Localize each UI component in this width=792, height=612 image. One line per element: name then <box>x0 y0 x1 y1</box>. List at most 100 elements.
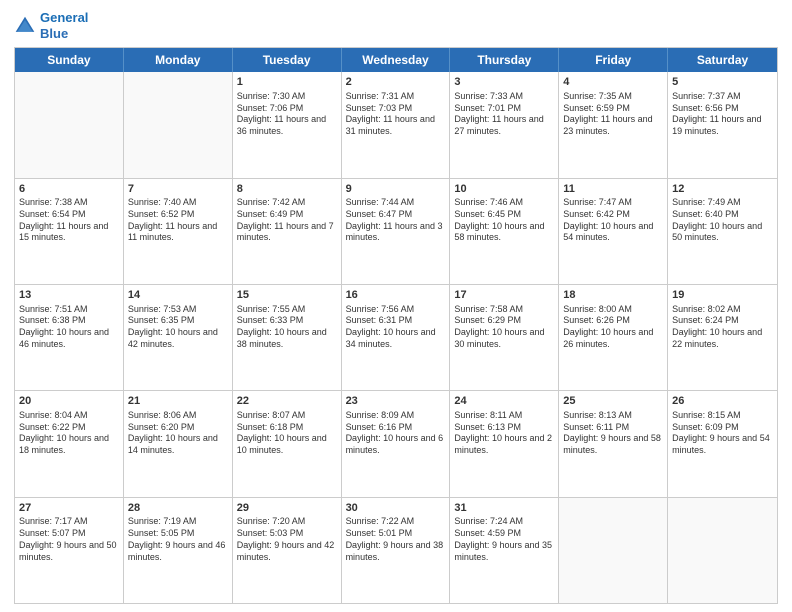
weekday-header-saturday: Saturday <box>668 48 777 72</box>
day-info: Sunrise: 7:46 AM Sunset: 6:45 PM Dayligh… <box>454 197 554 244</box>
calendar-header: SundayMondayTuesdayWednesdayThursdayFrid… <box>15 48 777 72</box>
day-number: 16 <box>346 288 446 303</box>
day-cell-17: 17Sunrise: 7:58 AM Sunset: 6:29 PM Dayli… <box>450 285 559 390</box>
day-number: 5 <box>672 75 773 90</box>
day-cell-10: 10Sunrise: 7:46 AM Sunset: 6:45 PM Dayli… <box>450 179 559 284</box>
day-number: 10 <box>454 182 554 197</box>
day-info: Sunrise: 8:09 AM Sunset: 6:16 PM Dayligh… <box>346 410 446 457</box>
logo: General Blue <box>14 10 88 41</box>
day-number: 30 <box>346 501 446 516</box>
logo-icon <box>14 15 36 37</box>
day-number: 31 <box>454 501 554 516</box>
day-cell-4: 4Sunrise: 7:35 AM Sunset: 6:59 PM Daylig… <box>559 72 668 177</box>
day-number: 27 <box>19 501 119 516</box>
day-info: Sunrise: 7:35 AM Sunset: 6:59 PM Dayligh… <box>563 91 663 138</box>
day-cell-1: 1Sunrise: 7:30 AM Sunset: 7:06 PM Daylig… <box>233 72 342 177</box>
day-info: Sunrise: 7:53 AM Sunset: 6:35 PM Dayligh… <box>128 304 228 351</box>
day-info: Sunrise: 7:22 AM Sunset: 5:01 PM Dayligh… <box>346 516 446 563</box>
day-cell-9: 9Sunrise: 7:44 AM Sunset: 6:47 PM Daylig… <box>342 179 451 284</box>
day-number: 2 <box>346 75 446 90</box>
calendar-row-1: 1Sunrise: 7:30 AM Sunset: 7:06 PM Daylig… <box>15 72 777 177</box>
day-info: Sunrise: 7:17 AM Sunset: 5:07 PM Dayligh… <box>19 516 119 563</box>
day-info: Sunrise: 7:20 AM Sunset: 5:03 PM Dayligh… <box>237 516 337 563</box>
weekday-header-tuesday: Tuesday <box>233 48 342 72</box>
day-number: 23 <box>346 394 446 409</box>
day-number: 26 <box>672 394 773 409</box>
day-number: 20 <box>19 394 119 409</box>
day-cell-7: 7Sunrise: 7:40 AM Sunset: 6:52 PM Daylig… <box>124 179 233 284</box>
day-number: 9 <box>346 182 446 197</box>
weekday-header-friday: Friday <box>559 48 668 72</box>
calendar-row-4: 20Sunrise: 8:04 AM Sunset: 6:22 PM Dayli… <box>15 390 777 496</box>
day-info: Sunrise: 7:30 AM Sunset: 7:06 PM Dayligh… <box>237 91 337 138</box>
day-cell-21: 21Sunrise: 8:06 AM Sunset: 6:20 PM Dayli… <box>124 391 233 496</box>
day-info: Sunrise: 8:02 AM Sunset: 6:24 PM Dayligh… <box>672 304 773 351</box>
weekday-header-sunday: Sunday <box>15 48 124 72</box>
page-container: General Blue SundayMondayTuesdayWednesda… <box>0 0 792 612</box>
day-info: Sunrise: 8:15 AM Sunset: 6:09 PM Dayligh… <box>672 410 773 457</box>
day-number: 13 <box>19 288 119 303</box>
day-info: Sunrise: 7:49 AM Sunset: 6:40 PM Dayligh… <box>672 197 773 244</box>
day-info: Sunrise: 7:51 AM Sunset: 6:38 PM Dayligh… <box>19 304 119 351</box>
day-cell-13: 13Sunrise: 7:51 AM Sunset: 6:38 PM Dayli… <box>15 285 124 390</box>
day-cell-20: 20Sunrise: 8:04 AM Sunset: 6:22 PM Dayli… <box>15 391 124 496</box>
day-cell-16: 16Sunrise: 7:56 AM Sunset: 6:31 PM Dayli… <box>342 285 451 390</box>
day-cell-19: 19Sunrise: 8:02 AM Sunset: 6:24 PM Dayli… <box>668 285 777 390</box>
day-number: 11 <box>563 182 663 197</box>
day-info: Sunrise: 7:37 AM Sunset: 6:56 PM Dayligh… <box>672 91 773 138</box>
day-info: Sunrise: 7:24 AM Sunset: 4:59 PM Dayligh… <box>454 516 554 563</box>
day-number: 6 <box>19 182 119 197</box>
day-number: 14 <box>128 288 228 303</box>
day-cell-14: 14Sunrise: 7:53 AM Sunset: 6:35 PM Dayli… <box>124 285 233 390</box>
day-cell-27: 27Sunrise: 7:17 AM Sunset: 5:07 PM Dayli… <box>15 498 124 603</box>
day-info: Sunrise: 7:55 AM Sunset: 6:33 PM Dayligh… <box>237 304 337 351</box>
weekday-header-wednesday: Wednesday <box>342 48 451 72</box>
day-number: 18 <box>563 288 663 303</box>
day-number: 17 <box>454 288 554 303</box>
day-info: Sunrise: 7:42 AM Sunset: 6:49 PM Dayligh… <box>237 197 337 244</box>
day-info: Sunrise: 7:38 AM Sunset: 6:54 PM Dayligh… <box>19 197 119 244</box>
day-cell-22: 22Sunrise: 8:07 AM Sunset: 6:18 PM Dayli… <box>233 391 342 496</box>
day-number: 21 <box>128 394 228 409</box>
calendar-row-2: 6Sunrise: 7:38 AM Sunset: 6:54 PM Daylig… <box>15 178 777 284</box>
day-info: Sunrise: 7:44 AM Sunset: 6:47 PM Dayligh… <box>346 197 446 244</box>
day-number: 25 <box>563 394 663 409</box>
weekday-header-thursday: Thursday <box>450 48 559 72</box>
day-cell-24: 24Sunrise: 8:11 AM Sunset: 6:13 PM Dayli… <box>450 391 559 496</box>
day-info: Sunrise: 7:31 AM Sunset: 7:03 PM Dayligh… <box>346 91 446 138</box>
day-cell-5: 5Sunrise: 7:37 AM Sunset: 6:56 PM Daylig… <box>668 72 777 177</box>
day-number: 7 <box>128 182 228 197</box>
day-cell-8: 8Sunrise: 7:42 AM Sunset: 6:49 PM Daylig… <box>233 179 342 284</box>
day-info: Sunrise: 8:07 AM Sunset: 6:18 PM Dayligh… <box>237 410 337 457</box>
day-number: 28 <box>128 501 228 516</box>
day-cell-29: 29Sunrise: 7:20 AM Sunset: 5:03 PM Dayli… <box>233 498 342 603</box>
day-cell-25: 25Sunrise: 8:13 AM Sunset: 6:11 PM Dayli… <box>559 391 668 496</box>
day-cell-26: 26Sunrise: 8:15 AM Sunset: 6:09 PM Dayli… <box>668 391 777 496</box>
day-info: Sunrise: 7:58 AM Sunset: 6:29 PM Dayligh… <box>454 304 554 351</box>
calendar-row-5: 27Sunrise: 7:17 AM Sunset: 5:07 PM Dayli… <box>15 497 777 603</box>
calendar: SundayMondayTuesdayWednesdayThursdayFrid… <box>14 47 778 604</box>
day-info: Sunrise: 7:19 AM Sunset: 5:05 PM Dayligh… <box>128 516 228 563</box>
day-number: 1 <box>237 75 337 90</box>
day-number: 4 <box>563 75 663 90</box>
day-cell-31: 31Sunrise: 7:24 AM Sunset: 4:59 PM Dayli… <box>450 498 559 603</box>
logo-text: General Blue <box>40 10 88 41</box>
day-info: Sunrise: 8:13 AM Sunset: 6:11 PM Dayligh… <box>563 410 663 457</box>
day-number: 29 <box>237 501 337 516</box>
day-number: 19 <box>672 288 773 303</box>
day-info: Sunrise: 8:00 AM Sunset: 6:26 PM Dayligh… <box>563 304 663 351</box>
day-number: 24 <box>454 394 554 409</box>
day-info: Sunrise: 7:40 AM Sunset: 6:52 PM Dayligh… <box>128 197 228 244</box>
day-number: 22 <box>237 394 337 409</box>
empty-cell <box>559 498 668 603</box>
calendar-body: 1Sunrise: 7:30 AM Sunset: 7:06 PM Daylig… <box>15 72 777 603</box>
day-info: Sunrise: 7:56 AM Sunset: 6:31 PM Dayligh… <box>346 304 446 351</box>
day-cell-30: 30Sunrise: 7:22 AM Sunset: 5:01 PM Dayli… <box>342 498 451 603</box>
day-cell-12: 12Sunrise: 7:49 AM Sunset: 6:40 PM Dayli… <box>668 179 777 284</box>
day-cell-28: 28Sunrise: 7:19 AM Sunset: 5:05 PM Dayli… <box>124 498 233 603</box>
day-cell-18: 18Sunrise: 8:00 AM Sunset: 6:26 PM Dayli… <box>559 285 668 390</box>
day-cell-23: 23Sunrise: 8:09 AM Sunset: 6:16 PM Dayli… <box>342 391 451 496</box>
day-number: 15 <box>237 288 337 303</box>
day-info: Sunrise: 7:33 AM Sunset: 7:01 PM Dayligh… <box>454 91 554 138</box>
page-header: General Blue <box>14 10 778 41</box>
